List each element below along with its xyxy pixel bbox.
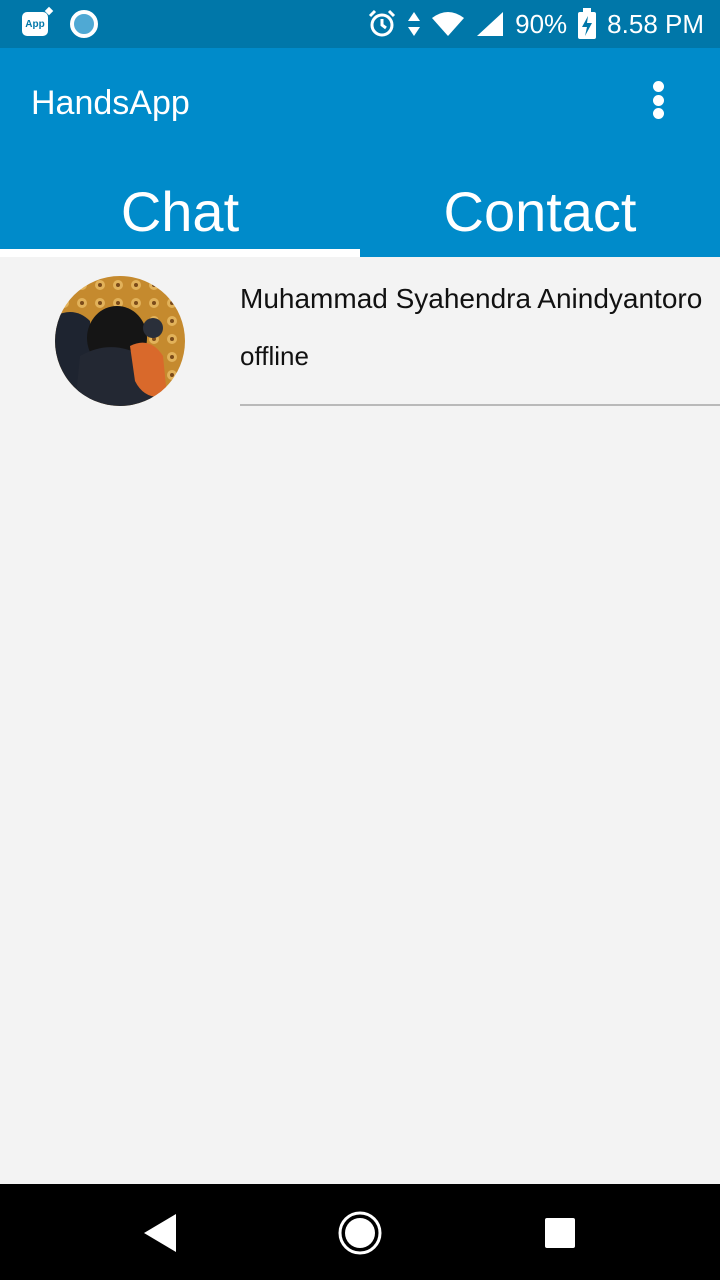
- tab-bar: Chat Contact: [0, 163, 720, 257]
- overflow-menu-icon[interactable]: [638, 78, 678, 122]
- wifi-icon: [431, 10, 465, 38]
- avatar: [55, 276, 185, 406]
- divider: [240, 404, 720, 406]
- tab-chat[interactable]: Chat: [0, 163, 360, 257]
- app-notification-label: App: [25, 18, 45, 30]
- chat-list: Muhammad Syahendra Anindyantoro offline: [0, 257, 720, 407]
- contact-status: offline: [240, 341, 309, 371]
- contact-name: Muhammad Syahendra Anindyantoro: [240, 283, 703, 314]
- clock: 8.58 PM: [607, 8, 704, 39]
- navigation-bar: [0, 1184, 720, 1280]
- signal-icon: [475, 10, 505, 38]
- app-notification-icon: App: [22, 12, 48, 36]
- circle-notification-icon: [70, 10, 98, 38]
- home-icon[interactable]: [335, 1208, 385, 1258]
- back-icon[interactable]: [135, 1208, 185, 1258]
- status-bar: App 90% 8.58 PM: [0, 0, 720, 48]
- battery-percentage: 90%: [515, 8, 568, 39]
- menu-dot: [652, 108, 664, 119]
- app-title: HandsApp: [31, 84, 190, 122]
- data-arrows-icon: [407, 10, 421, 38]
- chat-list-item[interactable]: Muhammad Syahendra Anindyantoro offline: [0, 257, 720, 407]
- recents-icon[interactable]: [535, 1208, 585, 1258]
- menu-dot: [652, 94, 664, 106]
- alarm-icon: [367, 9, 397, 39]
- app-bar: HandsApp Chat Contact: [0, 48, 720, 257]
- menu-dot: [652, 81, 664, 92]
- tab-contact[interactable]: Contact: [360, 163, 720, 257]
- battery-charging-icon: [577, 8, 597, 40]
